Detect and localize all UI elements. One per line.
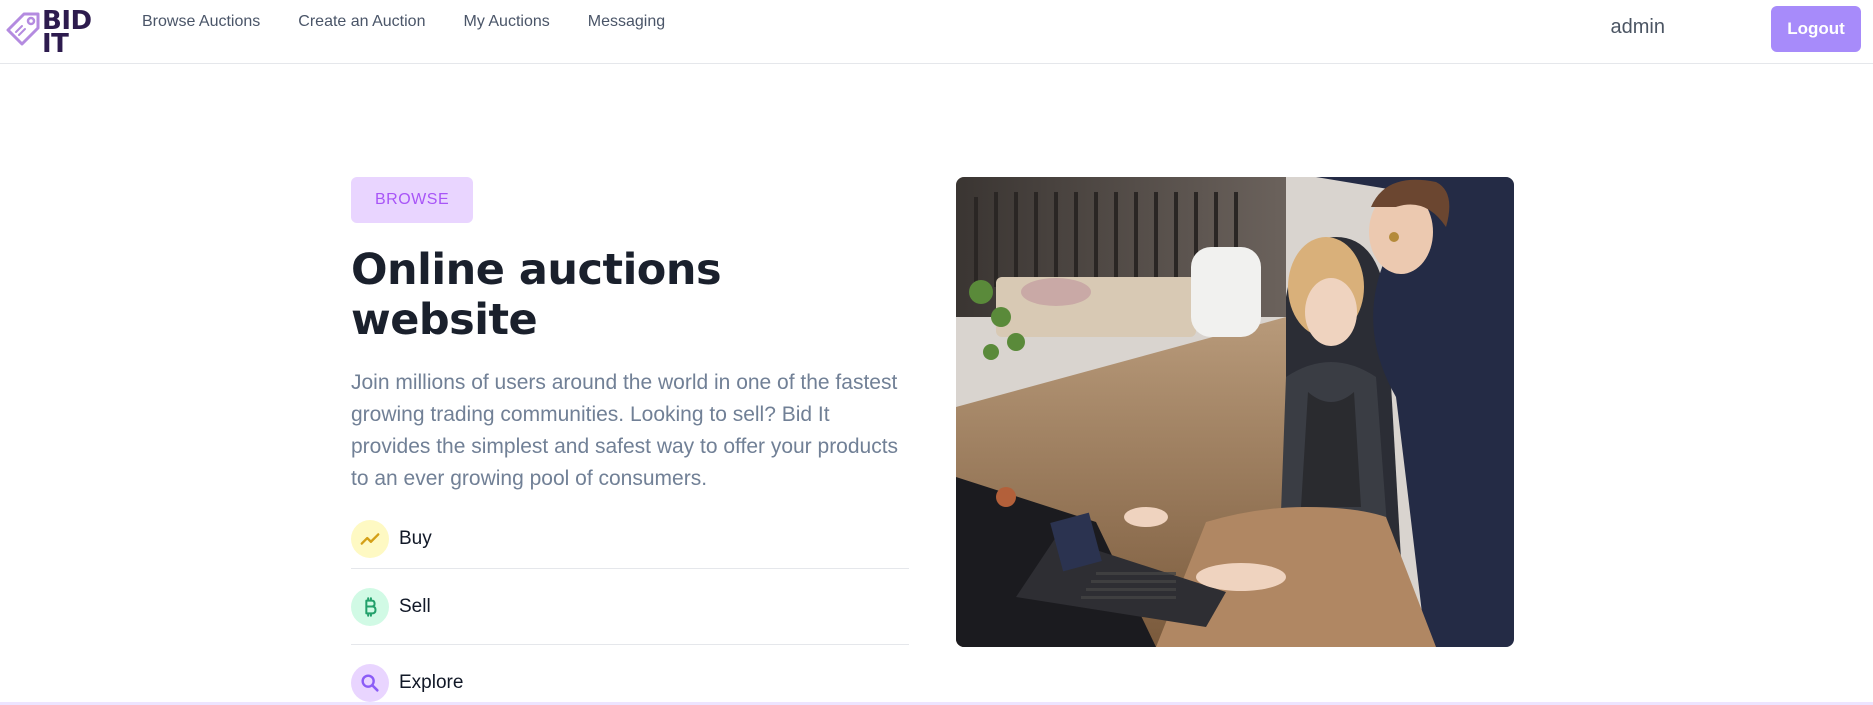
- feature-item-sell: Sell: [351, 569, 909, 645]
- trend-up-icon: [351, 519, 389, 558]
- top-navbar: BID IT Browse Auctions Create an Auction…: [0, 0, 1873, 64]
- logout-button[interactable]: Logout: [1771, 6, 1861, 52]
- feature-item-explore: Explore: [351, 645, 909, 705]
- feature-label-sell: Sell: [399, 595, 431, 617]
- current-user-name: admin: [1610, 16, 1665, 38]
- nav-link-create-auction[interactable]: Create an Auction: [298, 13, 425, 31]
- hero-content: BROWSE Online auctions website Join mill…: [351, 177, 911, 705]
- feature-item-buy: Buy: [351, 509, 909, 569]
- hero-photo: [956, 177, 1514, 647]
- hero-title: Online auctions website: [351, 245, 722, 345]
- feature-label-explore: Explore: [399, 672, 464, 693]
- logo-text: BID IT: [42, 6, 92, 59]
- price-tag-icon: [6, 12, 40, 46]
- feature-label-buy: Buy: [399, 527, 432, 549]
- main-nav: Browse Auctions Create an Auction My Auc…: [142, 13, 703, 31]
- feature-list: Buy Sell Explore: [351, 509, 909, 705]
- nav-link-browse-auctions[interactable]: Browse Auctions: [142, 13, 260, 31]
- bitcoin-icon: [351, 587, 389, 626]
- hero-description: Join millions of users around the world …: [351, 371, 899, 490]
- nav-link-messaging[interactable]: Messaging: [588, 13, 665, 31]
- office-scene-illustration: [956, 177, 1514, 647]
- logo[interactable]: BID IT: [4, 6, 92, 57]
- nav-link-my-auctions[interactable]: My Auctions: [463, 13, 549, 31]
- browse-badge: BROWSE: [351, 177, 474, 223]
- search-icon: [351, 664, 389, 702]
